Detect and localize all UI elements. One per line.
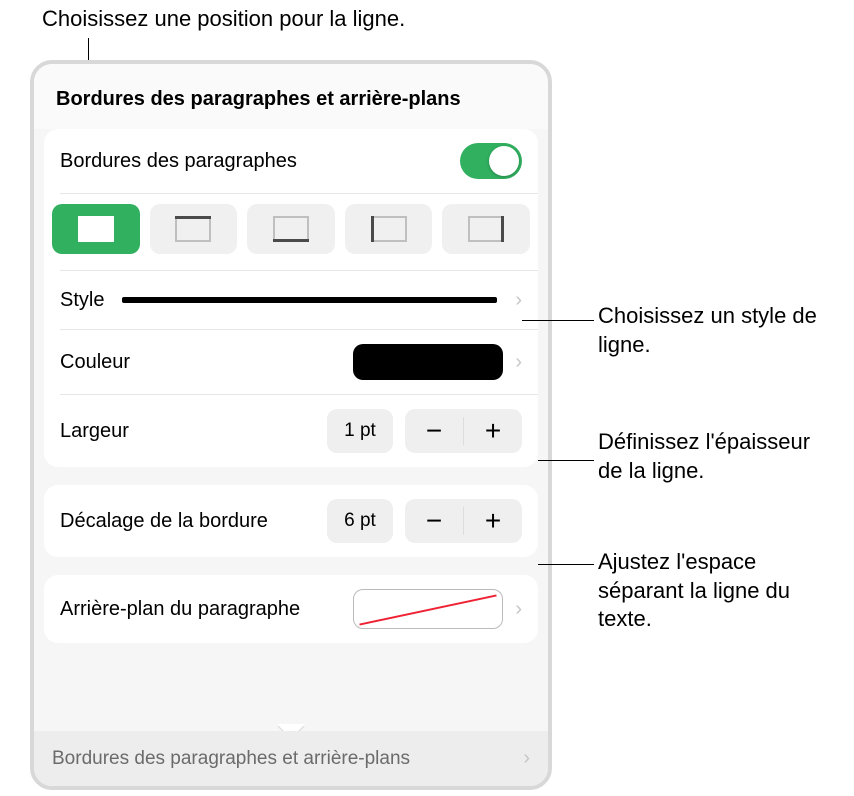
panel-title: Bordures des paragraphes et arrière-plan… [34,64,548,129]
callout-position: Choisissez une position pour la ligne. [42,6,405,32]
offset-decrement-button[interactable]: − [405,499,463,543]
callout-leader-line [538,564,594,565]
border-position-selector [44,194,538,270]
callout-leader-line [522,320,594,321]
callout-style: Choisissez un style de ligne. [598,302,838,359]
borders-toggle[interactable] [460,143,522,179]
chevron-right-icon: › [515,289,522,312]
row-style[interactable]: Style › [44,271,538,329]
width-decrement-button[interactable]: − [405,409,463,453]
callout-offset: Ajustez l'espace séparant la ligne du te… [598,548,838,634]
width-value: 1 pt [327,409,393,453]
offset-increment-button[interactable]: + [464,499,522,543]
offset-label: Décalage de la bordure [60,509,315,534]
border-left-icon [371,216,407,242]
position-top-button[interactable] [150,204,238,254]
row-offset: Décalage de la bordure 6 pt − + [44,485,538,557]
chevron-right-icon: › [515,598,522,621]
row-background[interactable]: Arrière-plan du paragraphe › [44,575,538,643]
background-label: Arrière-plan du paragraphe [60,597,341,622]
chevron-right-icon: › [523,747,530,770]
callout-leader-line [538,460,594,461]
border-top-icon [175,216,211,242]
no-fill-swatch-icon [353,589,503,629]
row-color[interactable]: Couleur › [44,330,538,394]
row-width: Largeur 1 pt − + [44,395,538,467]
position-bottom-button[interactable] [247,204,335,254]
footer-row[interactable]: Bordures des paragraphes et arrière-plan… [34,731,548,786]
width-stepper: − + [405,409,522,453]
settings-panel: Bordures des paragraphes et arrière-plan… [30,60,552,790]
width-increment-button[interactable]: + [464,409,522,453]
group-borders-main: Bordures des paragraphes Style › Couleur… [44,129,538,467]
position-right-button[interactable] [442,204,530,254]
color-label: Couleur [60,351,341,374]
row-toggle-borders: Bordures des paragraphes [44,129,538,193]
width-label: Largeur [60,420,315,443]
footer-label: Bordures des paragraphes et arrière-plan… [52,748,410,770]
group-offset: Décalage de la bordure 6 pt − + [44,485,538,557]
offset-value: 6 pt [327,499,393,543]
border-all-icon [78,216,114,242]
offset-stepper: − + [405,499,522,543]
border-bottom-icon [273,216,309,242]
color-swatch [353,344,503,380]
position-left-button[interactable] [345,204,433,254]
position-all-button[interactable] [52,204,140,254]
callout-width: Définissez l'épaisseur de la ligne. [598,428,838,485]
line-style-preview [122,297,497,303]
style-label: Style [60,289,104,312]
border-right-icon [468,216,504,242]
chevron-right-icon: › [515,351,522,374]
toggle-label: Bordures des paragraphes [60,150,448,173]
group-background: Arrière-plan du paragraphe › [44,575,538,643]
